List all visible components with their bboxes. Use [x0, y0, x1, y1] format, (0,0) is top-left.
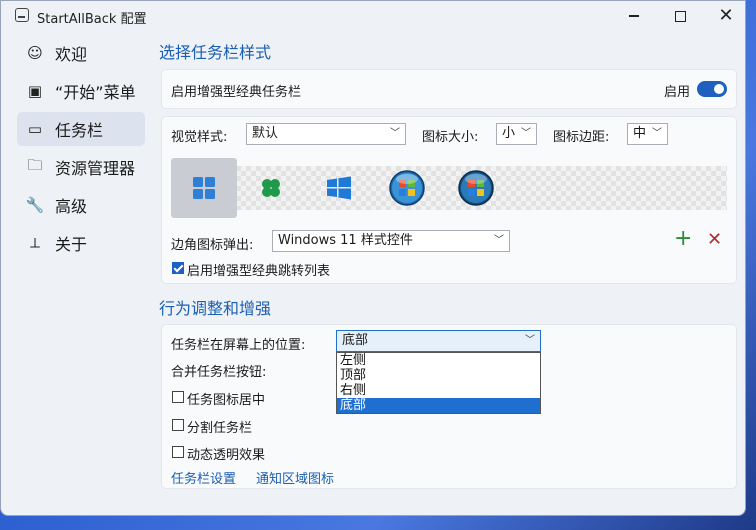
behavior-heading: 行为调整和增强	[159, 299, 272, 318]
close-icon: ✕	[718, 5, 734, 26]
start-menu-icon: ▣	[27, 82, 43, 100]
split-taskbar-checkbox[interactable]	[172, 419, 184, 431]
enhanced-taskbar-card: 启用增强型经典任务栏 启用	[161, 69, 737, 109]
windows-11-logo-icon	[193, 177, 215, 199]
sidebar-item-taskbar[interactable]: ▭ 任务栏	[17, 112, 145, 146]
sidebar-item-label: 关于	[55, 235, 88, 254]
icon-size-select[interactable]: 小 ﹀	[496, 123, 537, 145]
position-label: 任务栏在屏幕上的位置:	[171, 338, 306, 353]
maximize-button[interactable]	[657, 1, 703, 31]
icon-size-label: 图标大小:	[422, 130, 479, 145]
jumplist-label: 启用增强型经典跳转列表	[187, 264, 331, 279]
chevron-down-icon: ﹀	[525, 335, 535, 346]
corner-popup-select[interactable]: Windows 11 样式控件 ﹀	[272, 230, 510, 252]
style-option-windows-11[interactable]	[171, 158, 237, 218]
style-option-windows-7[interactable]	[374, 158, 440, 218]
icon-margin-label: 图标边距:	[553, 130, 610, 145]
app-icon	[15, 8, 29, 22]
sidebar-item-about[interactable]: ⟂ 关于	[17, 226, 145, 260]
position-dropdown-list: 左侧 顶部 右侧 底部	[336, 352, 541, 414]
chevron-down-icon: ﹀	[494, 235, 504, 246]
sidebar-item-label: 高级	[55, 197, 88, 216]
windows-vista-orb-icon	[458, 170, 494, 206]
smile-icon: ☺	[27, 44, 43, 62]
windows-7-orb-icon	[389, 170, 425, 206]
sidebar-item-start-menu[interactable]: ▣ “开始”菜单	[17, 74, 145, 108]
chevron-down-icon: ﹀	[652, 128, 662, 139]
sidebar-item-label: 欢迎	[55, 45, 88, 64]
dropdown-option-top[interactable]: 顶部	[337, 368, 540, 383]
sidebar-item-advanced[interactable]: 🔧 高级	[17, 188, 145, 222]
title-bar[interactable]: StartAllBack 配置 ✕	[1, 1, 745, 33]
dropdown-option-right[interactable]: 右侧	[337, 383, 540, 398]
style-option-windows-vista[interactable]	[443, 158, 509, 218]
position-select[interactable]: 底部 ﹀	[336, 330, 541, 352]
clover-logo-icon	[262, 179, 280, 197]
style-option-clover[interactable]	[238, 158, 304, 218]
split-taskbar-label: 分割任务栏	[187, 421, 253, 436]
enable-toggle[interactable]	[697, 81, 727, 97]
taskbar-settings-link[interactable]: 任务栏设置	[171, 468, 236, 487]
center-icons-checkbox[interactable]	[172, 391, 184, 403]
close-button[interactable]: ✕	[703, 1, 745, 31]
combine-label: 合并任务栏按钮:	[171, 365, 267, 380]
visual-style-label: 视觉样式:	[171, 130, 228, 145]
visual-style-select[interactable]: 默认 ﹀	[246, 123, 406, 145]
window-title: StartAllBack 配置	[37, 12, 147, 27]
transparency-label: 动态透明效果	[187, 448, 266, 463]
add-icon[interactable]: +	[674, 227, 692, 251]
center-icons-label: 任务图标居中	[187, 393, 266, 408]
position-value: 底部	[342, 333, 369, 348]
style-option-windows-10[interactable]	[306, 158, 372, 218]
sidebar-item-label: 任务栏	[55, 121, 104, 140]
chevron-down-icon: ﹀	[521, 128, 531, 139]
remove-icon[interactable]: ✕	[707, 229, 722, 251]
minimize-icon	[629, 15, 639, 17]
visual-style-value: 默认	[252, 126, 279, 141]
dropdown-option-bottom[interactable]: 底部	[337, 398, 540, 413]
icon-size-value: 小	[502, 126, 516, 141]
sidebar-item-welcome[interactable]: ☺ 欢迎	[17, 36, 145, 70]
enhanced-taskbar-label: 启用增强型经典任务栏	[171, 85, 302, 100]
icon-margin-value: 中	[633, 126, 647, 141]
icon-margin-select[interactable]: 中 ﹀	[627, 123, 668, 145]
taskbar-icon: ▭	[27, 120, 43, 138]
transparency-checkbox[interactable]	[172, 446, 184, 458]
taskbar-style-heading: 选择任务栏样式	[159, 43, 272, 62]
folder-icon: 🗀	[27, 155, 43, 174]
jumplist-checkbox[interactable]	[172, 262, 184, 274]
sidebar-item-explorer[interactable]: 🗀 资源管理器	[17, 150, 145, 184]
corner-popup-value: Windows 11 样式控件	[278, 233, 413, 248]
info-icon: ⟂	[29, 234, 40, 252]
tray-icons-link[interactable]: 通知区域图标	[256, 468, 334, 487]
wrench-icon: 🔧	[25, 196, 45, 214]
chevron-down-icon: ﹀	[390, 128, 400, 139]
dropdown-option-left[interactable]: 左侧	[337, 353, 540, 368]
config-window: StartAllBack 配置 ✕ ☺ 欢迎 ▣ “开始”菜单 ▭ 任务栏 🗀 …	[0, 0, 746, 516]
minimize-button[interactable]	[611, 1, 657, 31]
windows-10-logo-icon	[327, 176, 351, 200]
enable-label: 启用	[664, 85, 691, 100]
corner-popup-label: 边角图标弹出:	[171, 238, 254, 253]
sidebar-item-label: 资源管理器	[55, 159, 136, 178]
maximize-icon	[674, 10, 686, 22]
sidebar-item-label: “开始”菜单	[55, 83, 136, 102]
